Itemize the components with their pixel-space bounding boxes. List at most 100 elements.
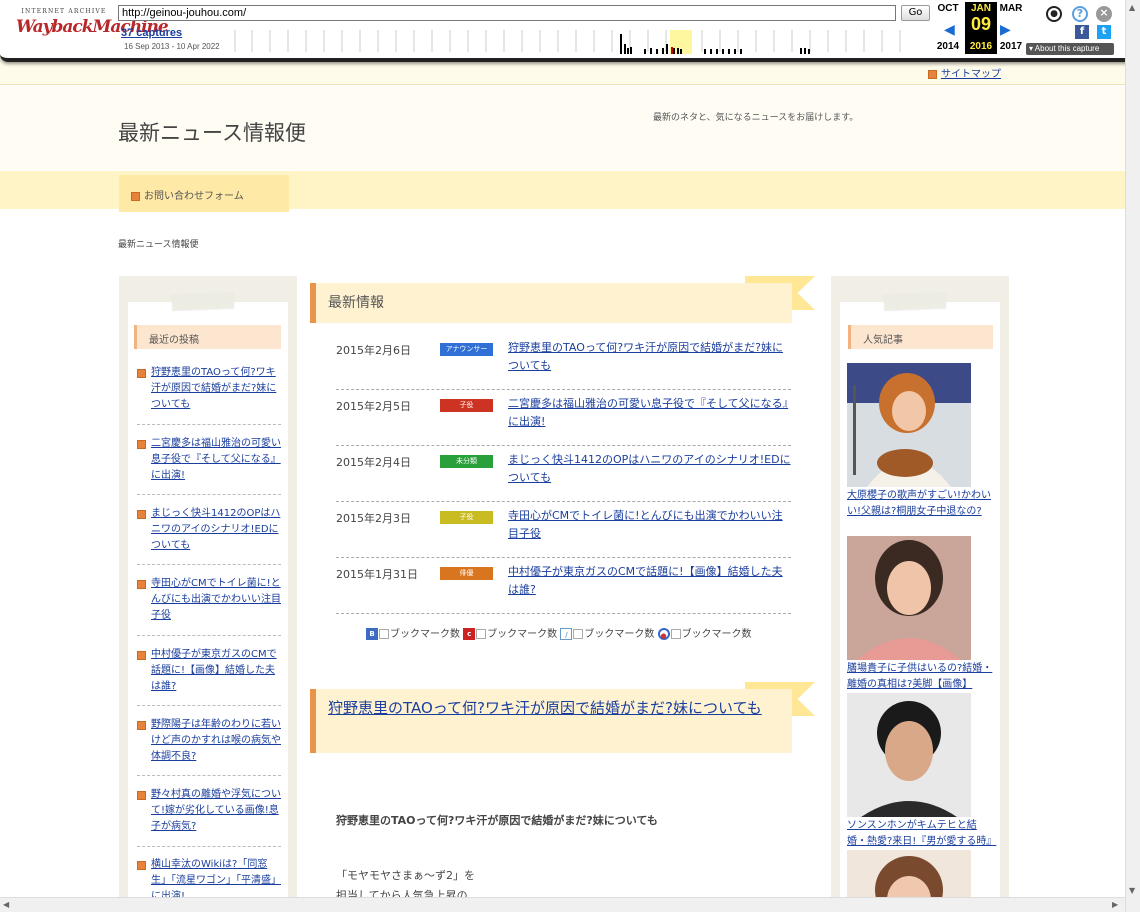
article-title-link[interactable]: 狩野恵里のTAOって何?ワキ汗が原因で結婚がまだ?妹についても: [328, 699, 762, 717]
scroll-right-icon[interactable]: ▶: [1112, 900, 1118, 909]
hatena-bookmark-icon[interactable]: B: [366, 628, 378, 640]
news-title-link[interactable]: 二宮慶多は福山雅治の可愛い息子役で『そして父になる』に出演!: [508, 397, 788, 428]
capture-range: 16 Sep 2013 - 10 Apr 2022: [124, 42, 220, 51]
news-title-link[interactable]: 寺田心がCMでトイレ菌に!とんびにも出演でかわいい注目子役: [508, 509, 783, 540]
square-bullet-icon: [137, 369, 146, 378]
bookmark-count: ブックマーク数: [487, 629, 558, 640]
divider: [137, 494, 281, 495]
square-bullet-icon: [137, 510, 146, 519]
latest-news-heading: 最新情報: [310, 283, 792, 323]
recent-post-link[interactable]: 寺田心がCMでトイレ菌に!とんびにも出演でかわいい注目子役: [151, 578, 281, 621]
about-capture-label: About this capture: [1034, 44, 1100, 53]
recent-post-link[interactable]: 二宮慶多は福山雅治の可愛い息子役で『そして父になる』に出演!: [151, 438, 281, 481]
category-badge[interactable]: 俳優: [440, 567, 493, 580]
recent-post-link[interactable]: 横山幸汰のWikiは?「同窓生」「流星ワゴン」「平清盛」に出演!: [151, 859, 281, 902]
recent-post-item: 野々村真の離婚や浮気について!嫁が劣化している画像!息子が病気?: [137, 787, 281, 835]
buzzurl-icon[interactable]: /: [560, 628, 573, 640]
recent-post-link[interactable]: 狩野恵里のTAOって何?ワキ汗が原因で結婚がまだ?妹についても: [151, 367, 276, 410]
bookmark-bar: B ブックマーク数 c ブックマーク数 / ブックマーク数 ● ブックマーク数: [366, 625, 752, 640]
broken-image-icon: [573, 629, 584, 639]
popular-post-image[interactable]: [847, 363, 971, 487]
logo-top-text: INTERNET ARCHIVE: [21, 8, 107, 15]
divider: [137, 775, 281, 776]
recent-post-link[interactable]: 中村優子が東京ガスのCMで話題に!【画像】結婚した夫は誰?: [151, 649, 277, 692]
scroll-left-icon[interactable]: ◀: [3, 900, 9, 909]
recent-post-item: 野際陽子は年齢のわりに若いけど声のかすれは喉の病気や体調不良?: [137, 717, 281, 765]
month-current: JAN 09 2016: [965, 2, 997, 54]
square-bullet-icon: [137, 861, 146, 870]
tape-decoration: [171, 291, 235, 311]
popular-post-image[interactable]: [847, 693, 971, 817]
livedoor-clip-icon[interactable]: c: [463, 628, 476, 640]
google-bookmark-icon[interactable]: ●: [657, 628, 670, 640]
popular-post-link[interactable]: ソンスンホンがキムテヒと結婚・熱愛?来日!『男が愛する時』: [847, 820, 996, 847]
square-bullet-icon: [131, 191, 140, 201]
category-badge[interactable]: 子役: [440, 399, 493, 412]
recent-post-item: 中村優子が東京ガスのCMで話題に!【画像】結婚した夫は誰?: [137, 647, 281, 695]
close-icon[interactable]: ×: [1096, 6, 1112, 22]
news-date: 2015年2月4日: [336, 456, 411, 469]
category-badge[interactable]: 子役: [440, 511, 493, 524]
scroll-up-icon[interactable]: ▲: [1129, 3, 1135, 12]
year-label: 2016: [969, 41, 993, 52]
bookmark-count: ブックマーク数: [584, 629, 655, 640]
news-row: 2015年2月4日 未分類 まじっく快斗1412のOPはハニワのアイのシナリオ!…: [336, 446, 791, 502]
news-date: 2015年2月3日: [336, 512, 411, 525]
bookmark-count: ブックマーク数: [390, 629, 460, 640]
recent-post-link[interactable]: 野際陽子は年齢のわりに若いけど声のかすれは喉の病気や体調不良?: [151, 719, 281, 762]
captures-link[interactable]: 37 captures: [121, 27, 182, 39]
scroll-down-icon[interactable]: ▼: [1129, 886, 1135, 895]
nav-contact-form[interactable]: お問い合わせフォーム: [119, 175, 289, 212]
broken-image-icon: [476, 629, 487, 639]
nav-contact-label: お問い合わせフォーム: [144, 191, 244, 202]
year-label: 2014: [936, 41, 960, 52]
popular-post-link[interactable]: 膳場貴子に子供はいるの?結婚・離婚の真相は?美脚【画像】: [847, 663, 992, 690]
article-subtitle: 狩野恵里のTAOって何?ワキ汗が原因で結婚がまだ?妹についても: [336, 814, 658, 827]
divider: [137, 564, 281, 565]
recent-post-item: 二宮慶多は福山雅治の可愛い息子役で『そして父になる』に出演!: [137, 436, 281, 484]
about-capture-button[interactable]: ▾ About this capture: [1026, 43, 1114, 55]
popular-post-image[interactable]: [847, 850, 971, 897]
recent-post-item: 狩野恵里のTAOって何?ワキ汗が原因で結婚がまだ?妹についても: [137, 365, 281, 413]
help-icon[interactable]: ?: [1072, 6, 1088, 22]
prev-arrow-icon[interactable]: ◀: [944, 22, 955, 38]
popular-post-item: 膳場貴子に子供はいるの?結婚・離婚の真相は?美脚【画像】: [847, 661, 993, 693]
square-bullet-icon: [137, 791, 146, 800]
logo-main-text: WaybackMachine: [16, 17, 169, 37]
news-title-link[interactable]: まじっく快斗1412のOPはハニワのアイのシナリオ!EDについても: [508, 453, 791, 484]
news-date: 2015年2月5日: [336, 400, 411, 413]
popular-post-item: ソンスンホンがキムテヒと結婚・熱愛?来日!『男が愛する時』: [847, 818, 996, 850]
news-row: 2015年2月5日 子役 二宮慶多は福山雅治の可愛い息子役で『そして父になる』に…: [336, 390, 791, 446]
user-icon[interactable]: ●: [1046, 6, 1062, 22]
site-title[interactable]: 最新ニュース情報便: [118, 117, 306, 147]
article-line: 「モヤモヤさまぁ～ず2」を: [336, 869, 475, 882]
recent-posts-heading: 最近の投稿: [134, 325, 281, 349]
month-prev[interactable]: OCT 2014: [932, 2, 964, 52]
broken-image-icon: [379, 629, 389, 639]
news-title-link[interactable]: 狩野恵里のTAOって何?ワキ汗が原因で結婚がまだ?妹についても: [508, 341, 783, 372]
news-title-link[interactable]: 中村優子が東京ガスのCMで話題に!【画像】結婚した夫は誰?: [508, 565, 783, 596]
popular-post-image[interactable]: [847, 536, 971, 660]
sitemap-link[interactable]: サイトマップ: [941, 69, 1001, 80]
vertical-scrollbar[interactable]: ▲ ▼: [1125, 0, 1140, 912]
news-row: 2015年2月6日 アナウンサー 狩野恵里のTAOって何?ワキ汗が原因で結婚がま…: [336, 334, 791, 390]
popular-posts-heading: 人気記事: [848, 325, 993, 349]
wayback-url-input[interactable]: http://geinou-jouhou.com/: [118, 5, 896, 21]
sitemap-link-wrap: サイトマップ: [928, 65, 1001, 80]
square-bullet-icon: [137, 651, 146, 660]
category-badge[interactable]: 未分類: [440, 455, 493, 468]
wayback-logo[interactable]: INTERNET ARCHIVE WaybackMachine: [16, 8, 169, 48]
recent-post-item: まじっく快斗1412のOPはハニワのアイのシナリオ!EDについても: [137, 506, 281, 554]
go-button[interactable]: Go: [901, 5, 930, 21]
twitter-icon[interactable]: t: [1097, 25, 1111, 39]
horizontal-scrollbar[interactable]: ◀ ▶: [0, 897, 1125, 912]
category-badge[interactable]: アナウンサー: [440, 343, 493, 356]
capture-sparkline[interactable]: [232, 28, 922, 54]
popular-post-link[interactable]: 大原櫻子の歌声がすごい!かわいい!父親は?桐朋女子中退なの?: [847, 490, 991, 517]
square-bullet-icon: [137, 580, 146, 589]
recent-post-link[interactable]: まじっく快斗1412のOPはハニワのアイのシナリオ!EDについても: [151, 508, 280, 551]
recent-post-link[interactable]: 野々村真の離婚や浮気について!嫁が劣化している画像!息子が病気?: [151, 789, 281, 832]
next-arrow-icon[interactable]: ▶: [1000, 22, 1011, 38]
facebook-icon[interactable]: f: [1075, 25, 1089, 39]
month-next[interactable]: MAR 2017: [995, 2, 1027, 52]
